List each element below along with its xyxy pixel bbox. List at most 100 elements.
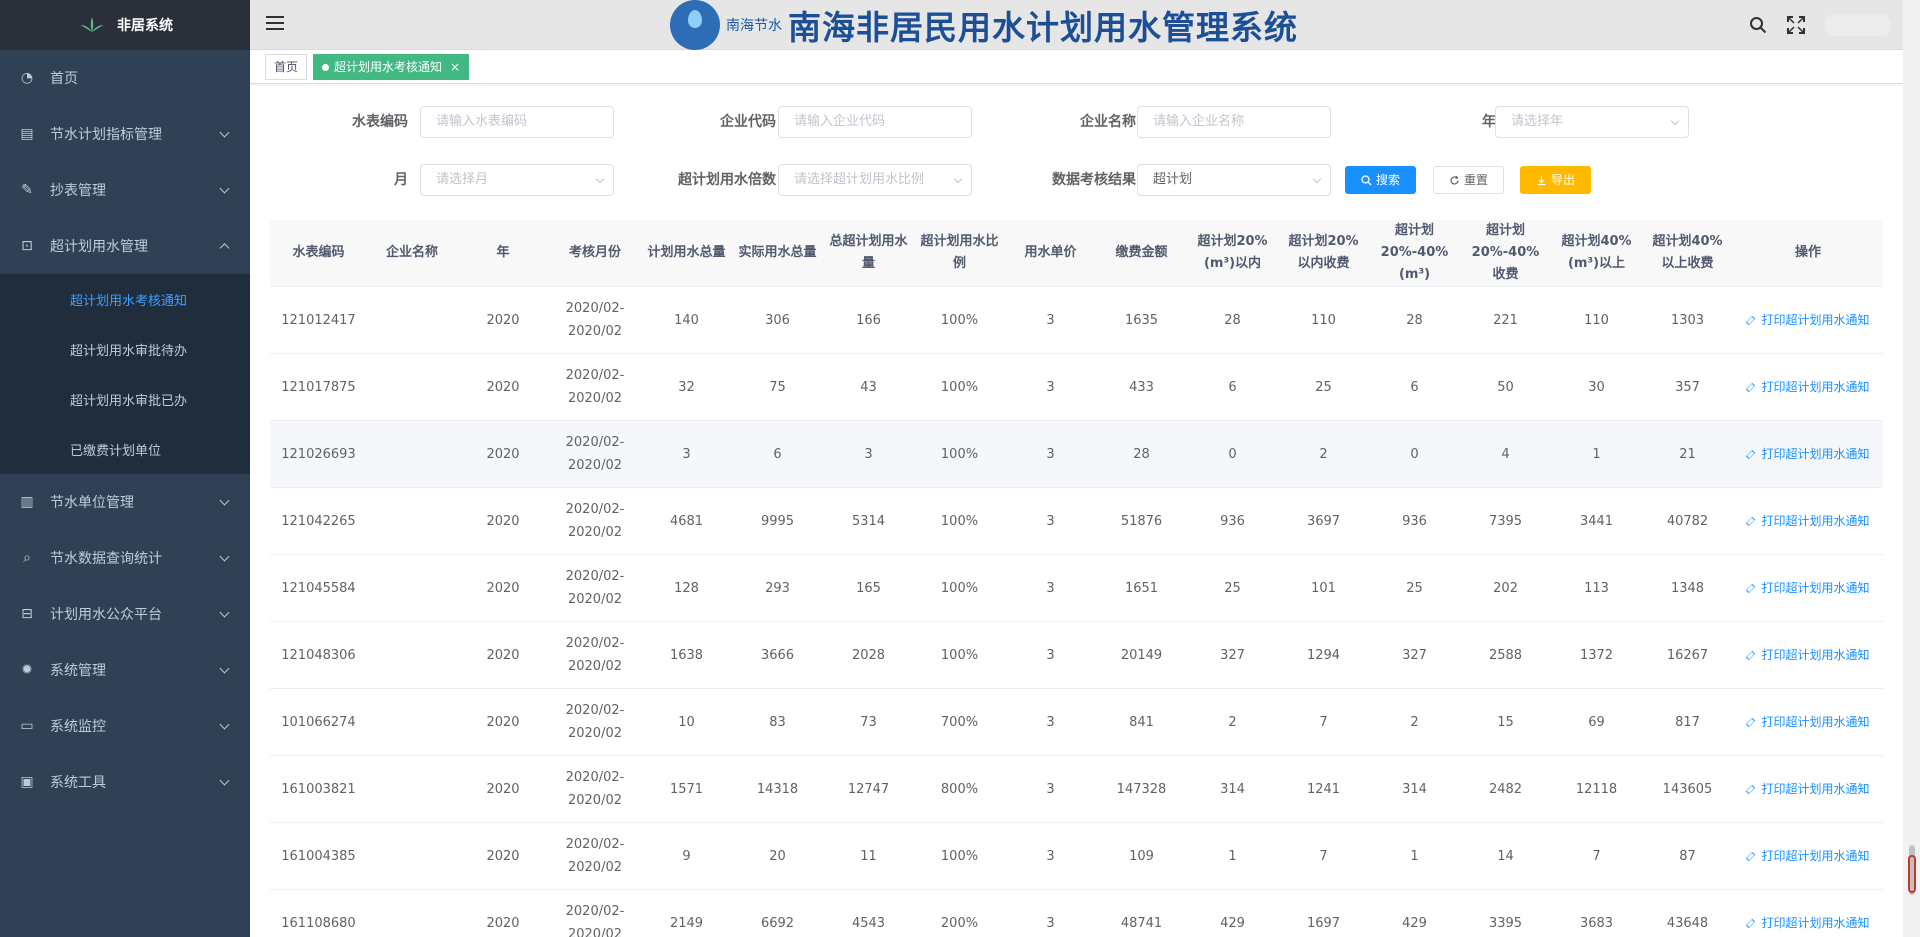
table-cell [367, 822, 457, 890]
multiple-select[interactable]: 请选择超计划用水比例 [778, 164, 972, 196]
print-notice-link[interactable]: 打印超计划用水通知 [1733, 420, 1883, 488]
meter-code-input[interactable]: 请输入水表编码 [420, 106, 614, 138]
table-row[interactable]: 101066274 2020 2020/02-2020/02 10 83 73 700% 3 8… [270, 688, 1883, 756]
column-header[interactable]: 总超计划用水量 [823, 220, 914, 287]
column-header[interactable]: 企业名称 [367, 220, 457, 287]
sidebar-subitem-3[interactable]: 已缴费计划单位 [0, 424, 250, 474]
column-header[interactable]: 实际用水总量 [732, 220, 823, 287]
sidebar-subitem-1[interactable]: 超计划用水审批待办 [0, 324, 250, 374]
column-header[interactable]: 超计划20%-40%(m³) [1369, 220, 1460, 287]
month-select[interactable]: 请选择月 [420, 164, 614, 196]
sidebar-item-8[interactable]: ▭ 系统监控 [0, 698, 250, 754]
column-header[interactable]: 超计划40%(m³)以上 [1551, 220, 1642, 287]
reset-button-label: 重置 [1464, 173, 1489, 187]
print-notice-link[interactable]: 打印超计划用水通知 [1733, 286, 1883, 354]
print-notice-link[interactable]: 打印超计划用水通知 [1733, 554, 1883, 622]
print-notice-link[interactable]: 打印超计划用水通知 [1733, 353, 1883, 421]
column-header[interactable]: 计划用水总量 [641, 220, 732, 287]
edit-icon [1746, 382, 1756, 392]
print-notice-link[interactable]: 打印超计划用水通知 [1733, 889, 1883, 937]
table-row[interactable]: 161003821 2020 2020/02-2020/02 1571 14318 127… [270, 755, 1883, 823]
sidebar-item-7[interactable]: ✹ 系统管理 [0, 642, 250, 698]
column-header[interactable]: 年 [457, 220, 549, 287]
print-notice-label: 打印超计划用水通知 [1761, 915, 1870, 930]
column-header[interactable]: 超计划20%以内收费 [1278, 220, 1369, 287]
table-cell: 429 [1187, 889, 1278, 937]
sidebar-item-4[interactable]: ▥ 节水单位管理 [0, 474, 250, 530]
search-icon[interactable] [1749, 16, 1767, 34]
print-notice-link[interactable]: 打印超计划用水通知 [1733, 621, 1883, 689]
column-header[interactable]: 考核月份 [549, 220, 641, 287]
table-row[interactable]: 121012417 2020 2020/02-2020/02 140 306 166 100… [270, 286, 1883, 354]
table-row[interactable]: 121026693 2020 2020/02-2020/02 3 6 3 100% 3 28 0 2… [270, 420, 1883, 488]
edit-icon [1746, 315, 1756, 325]
year-select[interactable]: 请选择年 [1495, 106, 1689, 138]
edit-icon [1746, 583, 1756, 593]
result-select[interactable]: 超计划 [1137, 164, 1331, 196]
print-notice-link[interactable]: 打印超计划用水通知 [1733, 688, 1883, 756]
column-header[interactable]: 缴费金额 [1096, 220, 1187, 287]
reset-button[interactable]: 重置 [1433, 166, 1505, 194]
table-row[interactable]: 121048306 2020 2020/02-2020/02 1638 3666 2028… [270, 621, 1883, 689]
table-cell: 1651 [1096, 554, 1187, 622]
tag-home[interactable]: 首页 [265, 54, 308, 80]
table-row[interactable]: 161004385 2020 2020/02-2020/02 9 20 11 100% 3 10… [270, 822, 1883, 890]
table-cell: 2020/02-2020/02 [549, 554, 641, 622]
print-notice-label: 打印超计划用水通知 [1761, 781, 1870, 796]
company-name-input[interactable]: 请输入企业名称 [1137, 106, 1331, 138]
column-header[interactable]: 用水单价 [1005, 220, 1096, 287]
table-cell: 101066274 [270, 688, 367, 756]
column-header[interactable]: 超计划用水比例 [914, 220, 1005, 287]
sidebar-item-3[interactable]: ⊡ 超计划用水管理 [0, 218, 250, 274]
company-code-input[interactable]: 请输入企业代码 [778, 106, 972, 138]
search-button-label: 搜索 [1376, 173, 1401, 187]
fullscreen-icon[interactable] [1787, 16, 1805, 34]
sidebar-item-9[interactable]: ▣ 系统工具 [0, 754, 250, 810]
table-cell: 2020 [457, 822, 549, 890]
sidebar-item-2[interactable]: ✎ 抄表管理 [0, 162, 250, 218]
sidebar-subitem-0[interactable]: 超计划用水考核通知 [0, 274, 250, 324]
table-cell: 166 [823, 286, 914, 354]
close-icon[interactable]: × [450, 60, 460, 74]
table-cell: 121012417 [270, 286, 367, 354]
table-cell [367, 688, 457, 756]
table-cell: 121045584 [270, 554, 367, 622]
column-header[interactable]: 操作 [1733, 220, 1883, 287]
table-cell: 3697 [1278, 487, 1369, 555]
column-header[interactable]: 超计划20%-40%收费 [1460, 220, 1551, 287]
table-cell: 0 [1369, 420, 1460, 488]
table-cell: 3666 [732, 621, 823, 689]
sidebar-item-0[interactable]: ◔ 首页 [0, 50, 250, 106]
table-row[interactable]: 121045584 2020 2020/02-2020/02 128 293 165 100… [270, 554, 1883, 622]
table-cell: 3395 [1460, 889, 1551, 937]
sidebar-item-label: 首页 [50, 71, 78, 87]
column-header[interactable]: 水表编码 [270, 220, 367, 287]
column-header[interactable]: 超计划20%(m³)以内 [1187, 220, 1278, 287]
export-button[interactable]: 导出 [1520, 166, 1592, 194]
scrollbar[interactable] [1903, 0, 1920, 937]
table-row[interactable]: 121042265 2020 2020/02-2020/02 4681 9995 5314… [270, 487, 1883, 555]
table-cell: 2020 [457, 353, 549, 421]
table-cell: 10 [641, 688, 732, 756]
table-row[interactable]: 121017875 2020 2020/02-2020/02 32 75 43 100% 3 4… [270, 353, 1883, 421]
column-header[interactable]: 超计划40%以上收费 [1642, 220, 1733, 287]
hamburger-icon[interactable] [266, 16, 284, 32]
search-button[interactable]: 搜索 [1345, 166, 1417, 194]
tag-active[interactable]: 超计划用水考核通知 × [313, 54, 470, 80]
sidebar-subitem-2[interactable]: 超计划用水审批已办 [0, 374, 250, 424]
print-notice-link[interactable]: 打印超计划用水通知 [1733, 822, 1883, 890]
table-cell: 2020 [457, 889, 549, 937]
print-notice-link[interactable]: 打印超计划用水通知 [1733, 755, 1883, 823]
table-row[interactable]: 161108680 2020 2020/02-2020/02 2149 6692 4543… [270, 889, 1883, 937]
table-cell: 30 [1551, 353, 1642, 421]
sidebar-item-6[interactable]: ⊟ 计划用水公众平台 [0, 586, 250, 642]
sidebar-logo[interactable]: 非居系统 [0, 0, 250, 50]
sidebar-item-1[interactable]: ▤ 节水计划指标管理 [0, 106, 250, 162]
table-cell: 2020/02-2020/02 [549, 889, 641, 937]
avatar[interactable] [1825, 14, 1891, 36]
edit-icon [1746, 784, 1756, 794]
table-cell: 9995 [732, 487, 823, 555]
sidebar-item-5[interactable]: ⌕ 节水数据查询统计 [0, 530, 250, 586]
print-notice-link[interactable]: 打印超计划用水通知 [1733, 487, 1883, 555]
table-cell: 2028 [823, 621, 914, 689]
